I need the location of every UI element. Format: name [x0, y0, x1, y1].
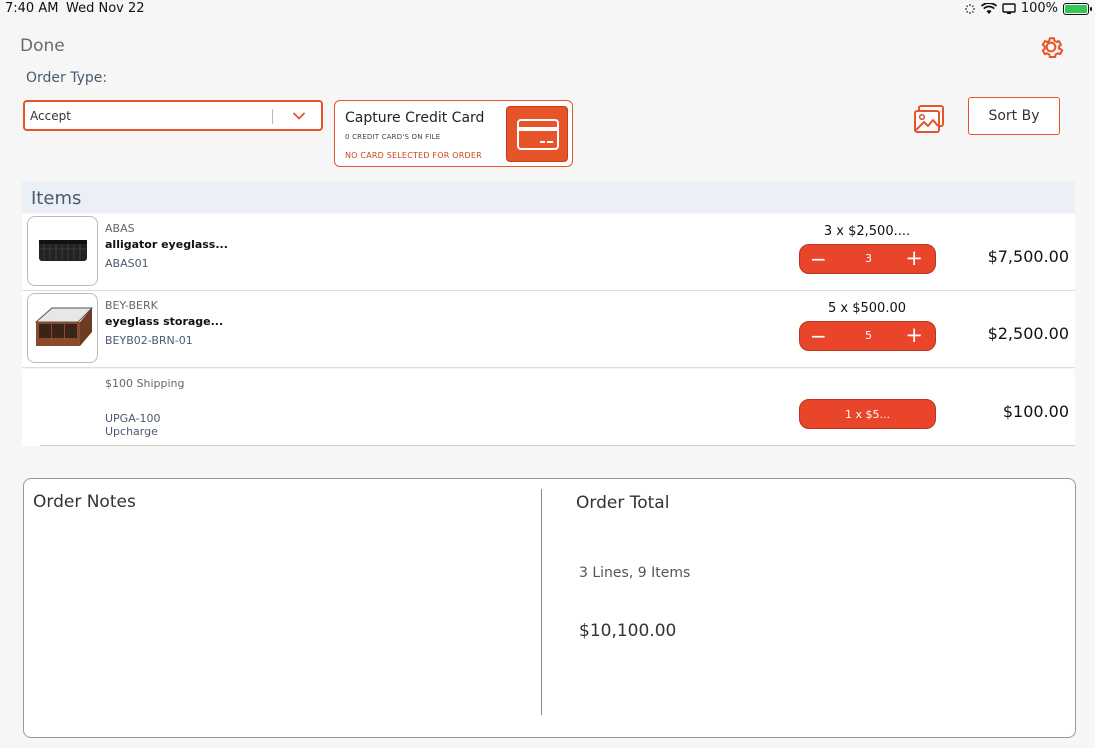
shipping-row[interactable]: $100 Shipping UPGA-100 Upcharge 1 x $5..…: [22, 369, 1075, 446]
lines-items-count: 3 Lines, 9 Items: [579, 565, 691, 581]
settings-gear-icon[interactable]: [1036, 32, 1066, 62]
credit-card-icon: [506, 106, 568, 162]
increment-button[interactable]: +: [905, 246, 923, 270]
item-qty-price: 5 x $500.00: [828, 301, 906, 316]
status-date: Wed Nov 22: [66, 1, 145, 16]
select-divider: [272, 109, 273, 124]
product-thumbnail: [27, 293, 98, 363]
item-brand: ABAS: [105, 222, 135, 235]
gallery-icon[interactable]: [913, 104, 945, 134]
line-total: $7,500.00: [987, 247, 1069, 266]
item-sku: ABAS01: [105, 257, 149, 270]
order-notes-title: Order Notes: [33, 492, 136, 512]
quantity-stepper[interactable]: − 5 +: [799, 321, 936, 351]
order-type-value: Accept: [30, 109, 71, 123]
status-indicators: 100%: [964, 1, 1092, 16]
quantity-stepper[interactable]: − 3 +: [799, 244, 936, 274]
cards-on-file-text: 0 CREDIT CARD'S ON FILE: [345, 133, 441, 141]
status-bar: 7:40 AM Wed Nov 22 100%: [0, 0, 1095, 18]
item-row[interactable]: BEY-BERK eyeglass storage... BEYB02-BRN-…: [22, 291, 1075, 368]
done-button[interactable]: Done: [20, 36, 65, 56]
chevron-down-icon[interactable]: [291, 108, 307, 124]
order-type-label: Order Type:: [26, 70, 108, 86]
order-total-amount: $10,100.00: [579, 621, 677, 641]
line-total: $2,500.00: [987, 324, 1069, 343]
item-name: alligator eyeglass...: [105, 238, 228, 251]
capture-credit-card-button[interactable]: Capture Credit Card 0 CREDIT CARD'S ON F…: [334, 100, 573, 167]
shipping-name: $100 Shipping: [105, 377, 185, 390]
screen-mirror-icon: [1002, 2, 1016, 14]
battery-icon: [1063, 2, 1092, 15]
battery-percent: 100%: [1020, 1, 1058, 16]
items-section-title: Items: [31, 188, 82, 209]
item-row[interactable]: ABAS alligator eyeglass... ABAS01 3 x $2…: [22, 214, 1075, 291]
shipping-qty-button[interactable]: 1 x $5...: [799, 399, 936, 429]
order-summary-panel: Order Notes Order Total 3 Lines, 9 Items…: [23, 478, 1076, 738]
line-total: $100.00: [1002, 402, 1069, 421]
items-section-header: Items: [22, 181, 1075, 213]
item-sku: BEYB02-BRN-01: [105, 334, 193, 347]
item-brand: BEY-BERK: [105, 299, 158, 312]
product-thumbnail: [27, 216, 98, 286]
row-divider: [40, 445, 1075, 446]
summary-divider: [541, 489, 542, 715]
capture-credit-card-title: Capture Credit Card: [345, 110, 485, 126]
status-time: 7:40 AM: [5, 1, 59, 16]
order-total-title: Order Total: [576, 493, 670, 513]
item-name: eyeglass storage...: [105, 315, 224, 328]
sort-by-button[interactable]: Sort By: [968, 97, 1060, 135]
no-card-warning: NO CARD SELECTED FOR ORDER: [345, 151, 482, 160]
shipping-sku: UPGA-100: [105, 412, 161, 425]
wifi-icon: [980, 2, 997, 14]
order-type-select[interactable]: Accept: [23, 100, 323, 131]
sync-icon: [964, 3, 975, 14]
order-notes-input[interactable]: [33, 519, 523, 719]
increment-button[interactable]: +: [905, 323, 923, 347]
shipping-type: Upcharge: [105, 425, 158, 438]
item-qty-price: 3 x $2,500....: [823, 224, 911, 239]
